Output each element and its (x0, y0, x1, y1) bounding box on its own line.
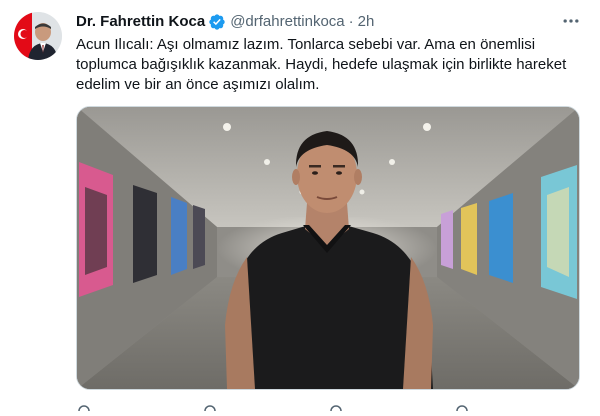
tweet-header: Dr. Fahrettin Koca @drfahrettinkoca · 2h (76, 11, 374, 33)
tweet-text: Acun Ilıcalı: Aşı olmamız lazım. Tonlarc… (76, 36, 567, 93)
avatar-image (14, 12, 62, 60)
verified-badge-icon (208, 13, 226, 31)
author-handle[interactable]: @drfahrettinkoca (230, 12, 344, 32)
avatar[interactable] (14, 12, 62, 60)
more-horizontal-icon (563, 19, 579, 23)
tweet-timestamp[interactable]: 2h (358, 12, 375, 32)
video-frame-icon (77, 107, 579, 389)
tweet-media-video[interactable] (76, 106, 580, 390)
tweet-card[interactable]: Dr. Fahrettin Koca @drfahrettinkoca · 2h… (0, 0, 600, 416)
display-name[interactable]: Dr. Fahrettin Koca (76, 12, 205, 32)
tweet-actions (0, 398, 600, 416)
separator-dot: · (348, 13, 354, 30)
more-button[interactable] (558, 10, 584, 32)
